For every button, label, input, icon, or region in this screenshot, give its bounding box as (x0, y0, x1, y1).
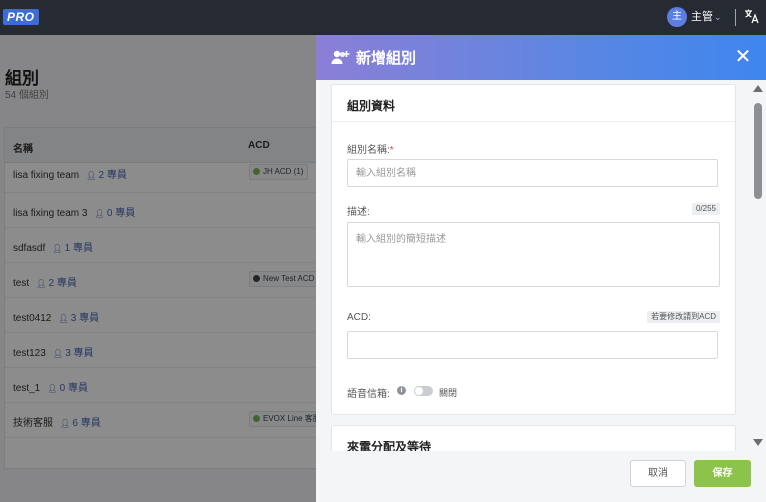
save-button[interactable]: 保存 (694, 460, 751, 487)
call-distribution-section[interactable]: 來電分配及等待 (331, 425, 736, 451)
voicemail-state: 關閉 (439, 388, 458, 398)
scroll-down-arrow[interactable] (753, 439, 763, 446)
description-char-counter: 0/255 (691, 203, 720, 215)
description-textarea[interactable] (347, 222, 720, 287)
add-group-drawer: 新增組別 ✕ 組別資料 組別名稱:* 描述: 0/255 ACD: 若要修改請到… (316, 35, 766, 502)
info-icon[interactable]: i (397, 386, 406, 395)
drawer-body[interactable]: 組別資料 組別名稱:* 描述: 0/255 ACD: 若要修改請到ACD 語音信… (316, 80, 766, 451)
user-avatar[interactable]: 主 (667, 7, 687, 27)
drawer-header: 新增組別 ✕ (316, 35, 766, 80)
section-title-call-distribution: 來電分配及等待 (347, 440, 432, 451)
add-group-icon (331, 50, 350, 64)
section-divider (332, 121, 735, 122)
topbar-divider (735, 9, 736, 26)
chevron-down-icon[interactable]: ⌄ (714, 10, 722, 24)
voicemail-toggle[interactable] (414, 386, 433, 396)
required-mark: * (389, 145, 394, 156)
scrollbar-thumb[interactable] (754, 103, 762, 199)
group-info-section: 組別資料 組別名稱:* 描述: 0/255 ACD: 若要修改請到ACD 語音信… (331, 84, 736, 415)
acd-label: ACD: (347, 312, 371, 323)
group-name-label: 組別名稱:* (347, 145, 394, 156)
toggle-knob (415, 387, 423, 395)
section-title-group-info: 組別資料 (347, 99, 396, 113)
pro-logo: PRO (3, 9, 39, 25)
translate-icon[interactable] (744, 8, 760, 24)
acd-hint: 若要修改請到ACD (647, 311, 720, 323)
drawer-footer: 取消 保存 (316, 451, 766, 502)
top-bar: PRO 主 主管 ⌄ (0, 0, 766, 35)
cancel-button[interactable]: 取消 (630, 460, 686, 487)
drawer-title: 新增組別 (356, 50, 417, 67)
voicemail-label: 語音信箱: (347, 389, 390, 400)
acd-field (347, 331, 718, 359)
description-label: 描述: (347, 207, 370, 218)
scroll-up-arrow[interactable] (753, 85, 763, 92)
group-name-input[interactable] (347, 159, 718, 187)
user-name[interactable]: 主管 (691, 10, 713, 24)
close-icon[interactable]: ✕ (733, 46, 753, 68)
